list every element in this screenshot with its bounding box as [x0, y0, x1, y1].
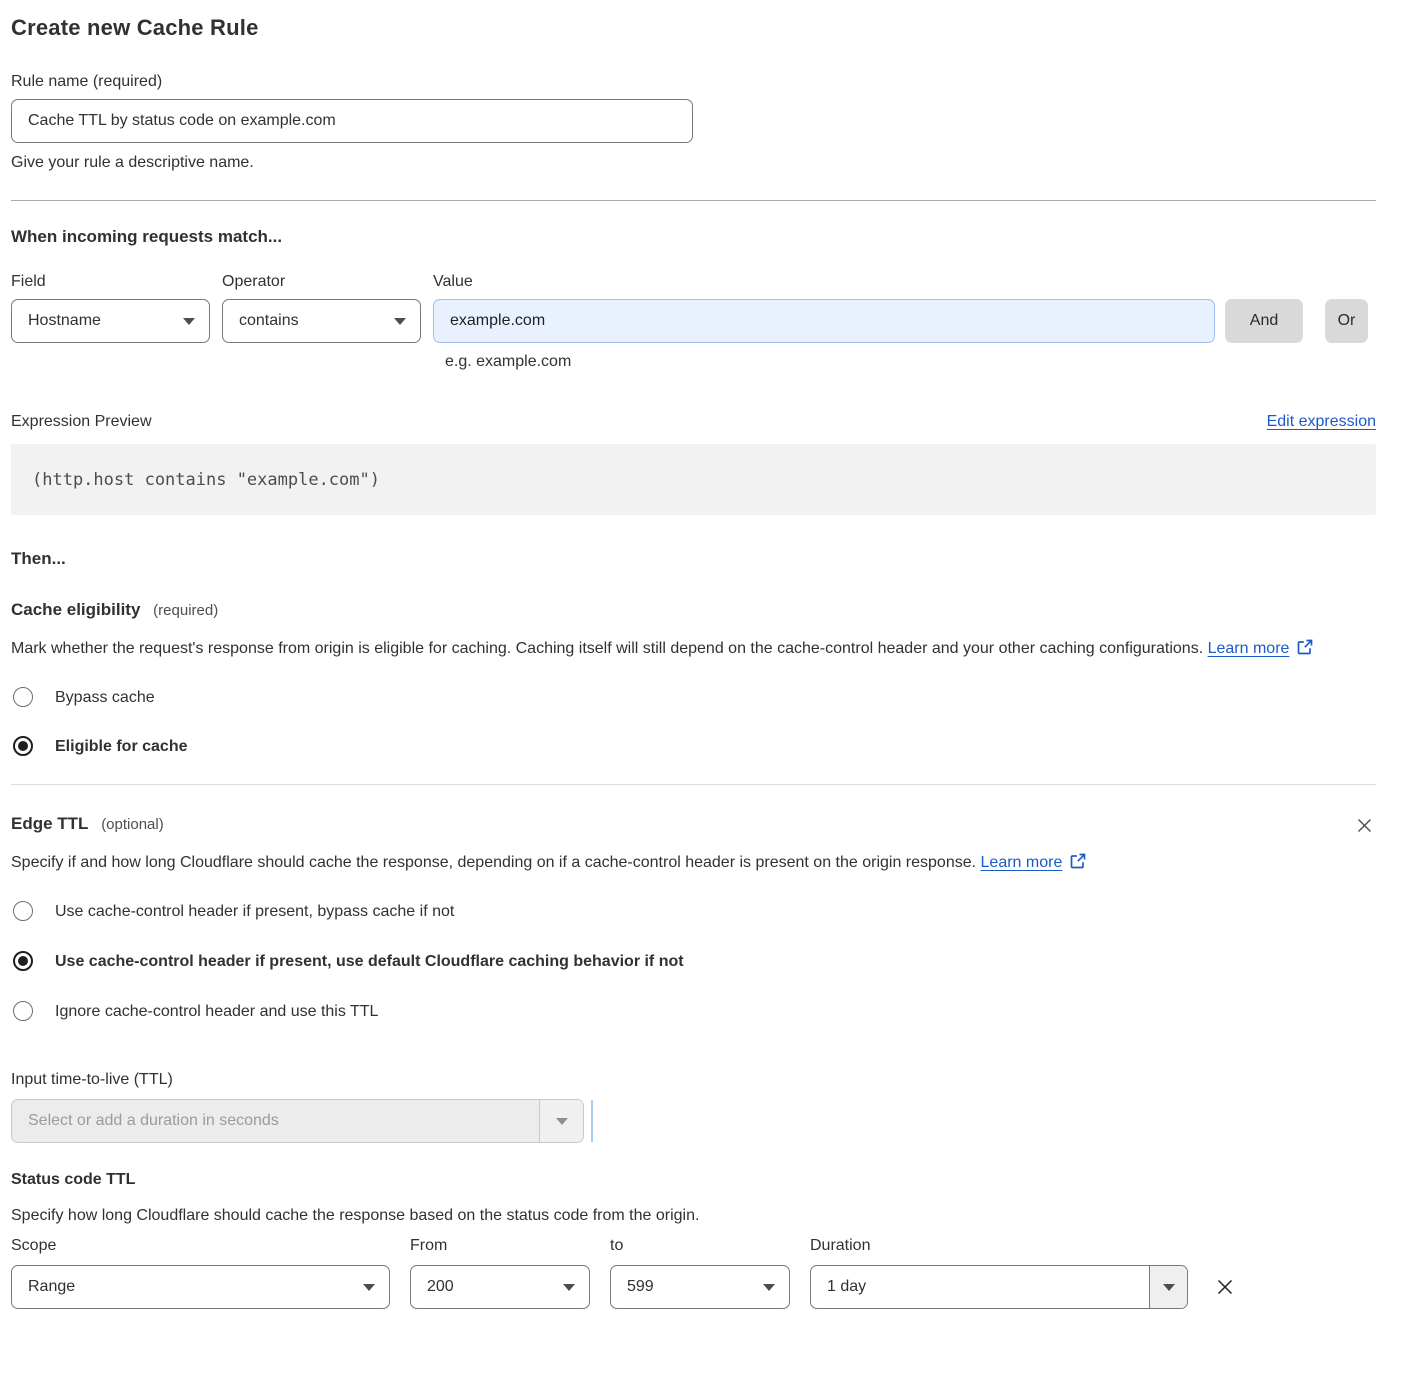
field-select[interactable]: Hostname: [11, 299, 210, 343]
radio-label: Bypass cache: [55, 687, 155, 709]
radio-bypass-cache[interactable]: Bypass cache: [11, 687, 1376, 709]
field-select-value: Hostname: [28, 312, 183, 330]
ttl-duration-placeholder: Select or add a duration in seconds: [12, 1100, 539, 1142]
chevron-down-icon: [763, 1284, 775, 1291]
and-button[interactable]: And: [1225, 299, 1303, 343]
value-input[interactable]: [433, 299, 1215, 343]
section-divider: [11, 784, 1376, 785]
match-condition-row: Hostname contains And Or: [11, 299, 1376, 343]
radio-label: Use cache-control header if present, use…: [55, 951, 684, 973]
chevron-down-icon: [394, 318, 406, 325]
radio-use-header-default-if-not[interactable]: Use cache-control header if present, use…: [11, 951, 1376, 973]
value-hint: e.g. example.com: [445, 351, 1376, 373]
scope-select-value: Range: [28, 1278, 363, 1296]
radio-icon: [13, 951, 33, 971]
close-icon: [1214, 1276, 1236, 1298]
section-divider: [11, 200, 1376, 201]
to-label: to: [610, 1235, 810, 1257]
cache-eligibility-header: Cache eligibility (required): [11, 598, 1376, 623]
to-select[interactable]: 599: [610, 1265, 790, 1309]
radio-use-header-bypass-if-not[interactable]: Use cache-control header if present, byp…: [11, 901, 1376, 923]
expression-preview-label: Expression Preview: [11, 413, 152, 431]
radio-icon: [13, 736, 33, 756]
value-label: Value: [433, 273, 473, 291]
page-title: Create new Cache Rule: [11, 13, 1376, 43]
edge-ttl-close-button[interactable]: [1353, 814, 1376, 837]
radio-icon: [13, 687, 33, 707]
rule-name-help: Give your rule a descriptive name.: [11, 152, 1376, 174]
radio-icon: [13, 901, 33, 921]
radio-label: Ignore cache-control header and use this…: [55, 1001, 378, 1023]
status-code-ttl-heading: Status code TTL: [11, 1169, 1376, 1191]
edge-ttl-learn-more-link[interactable]: Learn more: [981, 854, 1063, 871]
edge-ttl-description-text: Specify if and how long Cloudflare shoul…: [11, 854, 976, 871]
duration-select[interactable]: 1 day: [810, 1265, 1188, 1309]
scope-select[interactable]: Range: [11, 1265, 390, 1309]
chevron-down-icon: [563, 1284, 575, 1291]
external-link-icon: [1296, 638, 1314, 656]
edit-expression-link[interactable]: Edit expression: [1267, 413, 1376, 431]
cache-eligibility-learn-more-link[interactable]: Learn more: [1208, 640, 1290, 657]
ttl-input-label: Input time-to-live (TTL): [11, 1069, 1376, 1091]
from-select-value: 200: [427, 1278, 563, 1296]
from-select[interactable]: 200: [410, 1265, 590, 1309]
close-icon: [1355, 816, 1374, 835]
match-heading: When incoming requests match...: [11, 225, 1376, 249]
chevron-down-icon: [183, 318, 195, 325]
focus-bar: [591, 1100, 593, 1142]
radio-ignore-header-use-ttl[interactable]: Ignore cache-control header and use this…: [11, 1001, 1376, 1023]
operator-select[interactable]: contains: [222, 299, 421, 343]
delete-status-row-button[interactable]: [1212, 1274, 1238, 1300]
expression-code-block: (http.host contains "example.com"): [11, 444, 1376, 515]
duration-select-value: 1 day: [811, 1266, 1149, 1308]
status-code-ttl-row: Range 200 599 1 day: [11, 1265, 1376, 1309]
create-cache-rule-form: Create new Cache Rule Rule name (require…: [0, 0, 1412, 1335]
ttl-select-row: Select or add a duration in seconds: [11, 1099, 1376, 1143]
operator-label: Operator: [222, 273, 433, 291]
radio-eligible-for-cache[interactable]: Eligible for cache: [11, 736, 1376, 758]
radio-icon: [13, 1001, 33, 1021]
edge-ttl-qualifier: (optional): [101, 816, 164, 833]
chevron-down-icon: [363, 1284, 375, 1291]
chevron-down-icon: [539, 1100, 583, 1142]
from-label: From: [410, 1235, 610, 1257]
cache-eligibility-heading: Cache eligibility: [11, 600, 140, 619]
cache-eligibility-description-text: Mark whether the request's response from…: [11, 640, 1203, 657]
rule-name-input[interactable]: [11, 99, 693, 143]
operator-select-value: contains: [239, 312, 394, 330]
external-link-icon: [1069, 852, 1087, 870]
to-select-value: 599: [627, 1278, 763, 1296]
ttl-duration-select[interactable]: Select or add a duration in seconds: [11, 1099, 584, 1143]
expression-preview-header: Expression Preview Edit expression: [11, 413, 1376, 431]
status-code-ttl-description: Specify how long Cloudflare should cache…: [11, 1205, 1376, 1227]
scope-label: Scope: [11, 1235, 410, 1257]
edge-ttl-heading: Edge TTL: [11, 814, 88, 833]
rule-name-label: Rule name (required): [11, 71, 1376, 93]
cache-eligibility-qualifier: (required): [153, 602, 218, 619]
match-column-labels: Field Operator Value: [11, 273, 1376, 291]
chevron-down-icon: [1149, 1266, 1187, 1308]
edge-ttl-header: Edge TTL (optional): [11, 812, 1376, 837]
then-heading: Then...: [11, 547, 1376, 571]
duration-label: Duration: [810, 1235, 870, 1257]
status-code-column-labels: Scope From to Duration: [11, 1235, 1376, 1257]
radio-label: Eligible for cache: [55, 736, 187, 758]
or-button[interactable]: Or: [1325, 299, 1368, 343]
radio-label: Use cache-control header if present, byp…: [55, 901, 454, 923]
field-label: Field: [11, 273, 222, 291]
expression-code: (http.host contains "example.com"): [32, 470, 380, 490]
cache-eligibility-description: Mark whether the request's response from…: [11, 635, 1356, 663]
edge-ttl-description: Specify if and how long Cloudflare shoul…: [11, 849, 1121, 877]
